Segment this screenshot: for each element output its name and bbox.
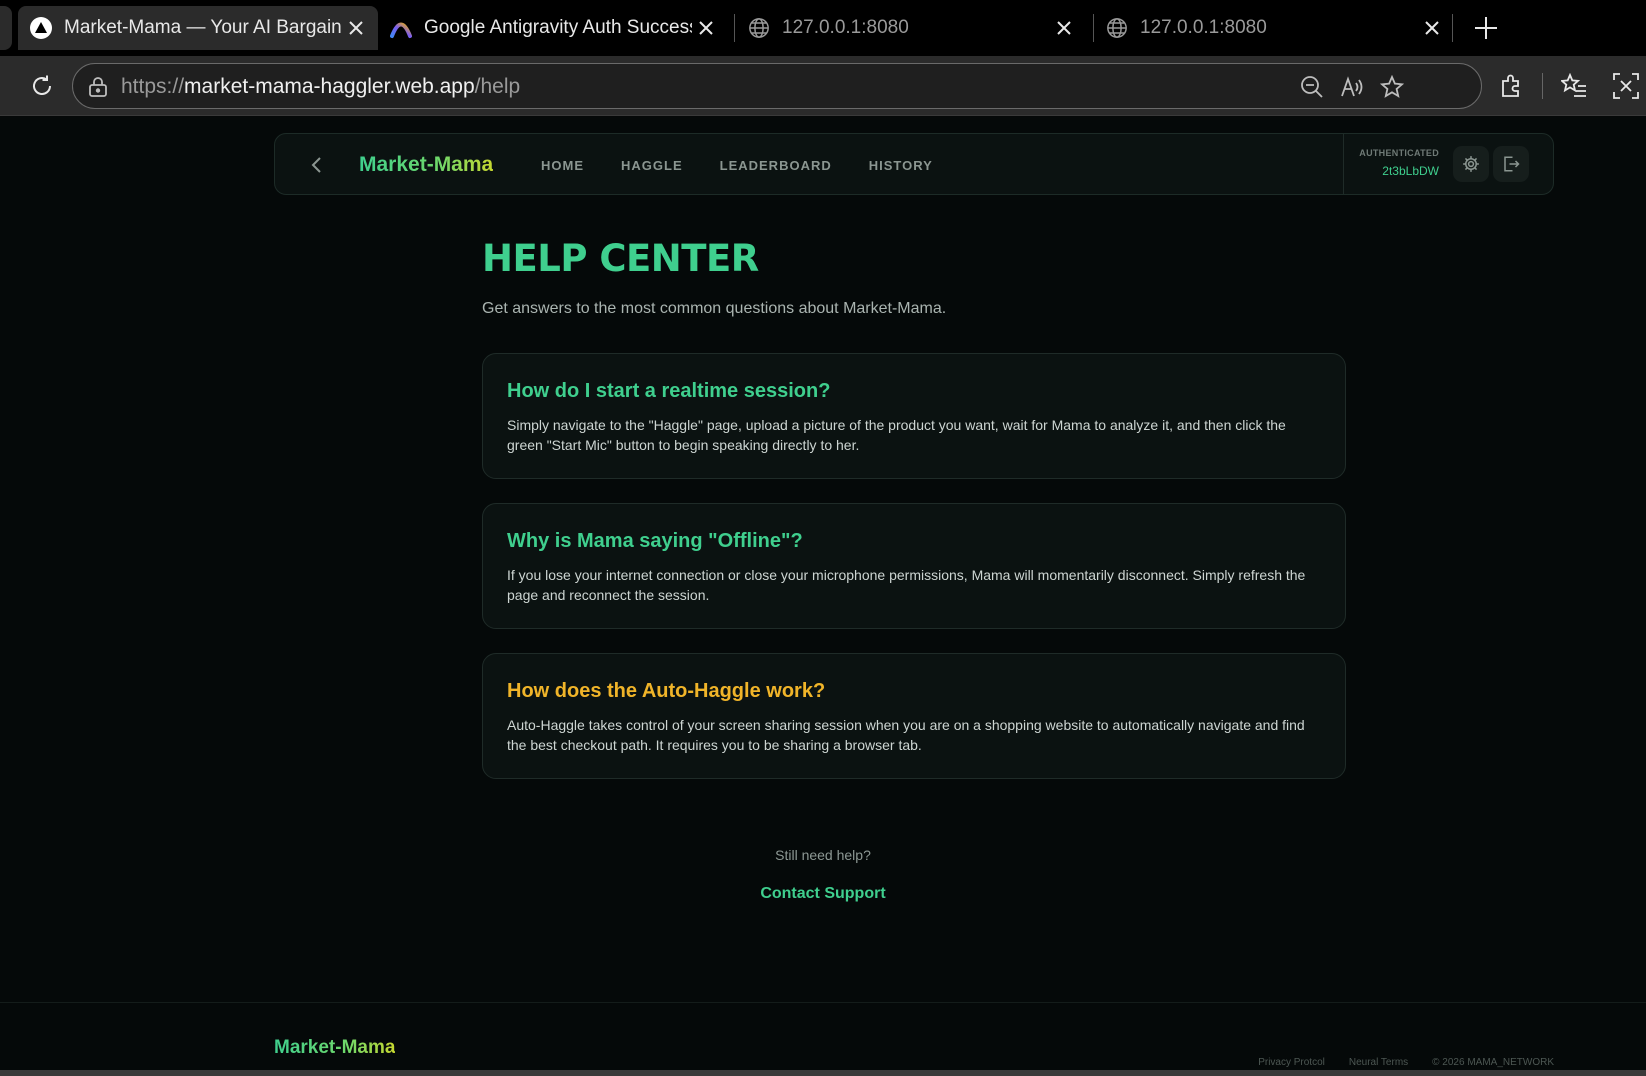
url-text[interactable]: https://market-mama-haggler.web.app/help: [121, 75, 520, 99]
zoom-out-icon[interactable]: [1299, 74, 1325, 100]
faq-answer: Simply navigate to the "Haggle" page, up…: [507, 417, 1286, 453]
tab-title: 127.0.0.1:8080: [782, 17, 909, 38]
new-tab-button[interactable]: [1470, 12, 1502, 44]
contact-support-link: Contact Support: [0, 885, 1646, 903]
faq-answer: Auto-Haggle takes control of your screen…: [507, 717, 1305, 753]
faq-question: How do I start a realtime session?: [507, 380, 831, 402]
faq-card: How does the Auto-Haggle work? Auto-Hagg…: [482, 653, 1346, 779]
auth-section: [1343, 134, 1344, 194]
url-scheme: https://: [121, 75, 185, 98]
page-subtitle: Get answers to the most common questions…: [482, 300, 947, 317]
nav-link-leaderboard[interactable]: LEADERBOARD: [720, 158, 832, 173]
nav-links: HOME HAGGLE LEADERBOARD HISTORY: [541, 158, 933, 173]
logout-button[interactable]: [1493, 146, 1529, 182]
close-icon[interactable]: [342, 14, 370, 42]
plus-icon: [1475, 17, 1497, 39]
tab-title: 127.0.0.1:8080: [1140, 17, 1267, 38]
back-arrow-icon[interactable]: [305, 153, 329, 177]
page: Market-Mama HOME HAGGLE LEADERBOARD HIST…: [0, 117, 1646, 1076]
help-content: HELP CENTER Get answers to the most comm…: [482, 237, 1346, 779]
favorite-star-icon[interactable]: [1379, 74, 1405, 100]
tab-antigravity[interactable]: Google Antigravity Auth Success: [378, 6, 728, 50]
still-need-help-text: Still need help?: [775, 847, 871, 863]
lock-icon[interactable]: [87, 76, 109, 103]
close-icon[interactable]: [1418, 14, 1446, 42]
tab-divider: [734, 14, 735, 42]
antigravity-logo-icon: [390, 17, 412, 39]
footer: Market-Mama Privacy Protcol Neural Terms…: [0, 1002, 1646, 1076]
url-host: market-mama-haggler.web.app: [184, 75, 475, 98]
tab-title: Google Antigravity Auth Success: [424, 17, 692, 38]
logout-icon: [1504, 156, 1520, 172]
nav-link-history[interactable]: HISTORY: [869, 158, 933, 173]
brand-logo[interactable]: Market-Mama: [359, 153, 493, 177]
favorites-list-icon[interactable]: [1560, 72, 1588, 100]
close-icon[interactable]: [692, 14, 720, 42]
window-bottom-edge: [0, 1070, 1646, 1076]
tab-title: Market-Mama — Your AI Bargaining Assista…: [64, 17, 342, 38]
browser-toolbar: https://market-mama-haggler.web.app/help: [0, 56, 1646, 116]
tab-localhost-2[interactable]: 127.0.0.1:8080: [1094, 6, 1454, 50]
url-path: /help: [474, 75, 521, 98]
globe-icon: [1106, 17, 1128, 39]
page-title: HELP CENTER: [482, 237, 759, 280]
tab-stub[interactable]: [0, 6, 12, 50]
contact-support-label[interactable]: Contact Support: [760, 885, 885, 902]
screenshot-icon[interactable]: [1612, 72, 1640, 100]
read-aloud-icon[interactable]: [1339, 74, 1365, 100]
settings-button[interactable]: [1453, 146, 1489, 182]
extensions-icon[interactable]: [1498, 72, 1526, 100]
faq-question: How does the Auto-Haggle work?: [507, 680, 826, 702]
browser-tab-bar: Market-Mama — Your AI Bargaining Assista…: [0, 0, 1646, 56]
address-bar[interactable]: https://market-mama-haggler.web.app/help: [72, 63, 1482, 109]
tab-localhost-1[interactable]: 127.0.0.1:8080: [736, 6, 1086, 50]
tab-divider: [1452, 14, 1453, 42]
gear-icon: [1463, 156, 1479, 172]
top-nav: Market-Mama HOME HAGGLE LEADERBOARD HIST…: [274, 133, 1554, 195]
nav-link-home[interactable]: HOME: [541, 158, 584, 173]
triangle-logo-icon: [30, 17, 52, 39]
auth-status-label: AUTHENTICATED: [1359, 148, 1439, 158]
faq-card: Why is Mama saying "Offline"? If you los…: [482, 503, 1346, 629]
footer-link-terms[interactable]: Neural Terms: [1349, 1057, 1408, 1068]
faq-card: How do I start a realtime session? Simpl…: [482, 353, 1346, 479]
faq-answer: If you lose your internet connection or …: [507, 567, 1306, 603]
user-id: 2t3bLbDW: [1382, 164, 1439, 178]
tab-market-mama[interactable]: Market-Mama — Your AI Bargaining Assista…: [18, 6, 378, 50]
nav-link-haggle[interactable]: HAGGLE: [621, 158, 683, 173]
footer-link-privacy[interactable]: Privacy Protcol: [1258, 1057, 1325, 1068]
footer-copyright: © 2026 MAMA_NETWORK: [1432, 1057, 1554, 1068]
toolbar-divider: [1542, 73, 1543, 99]
faq-question: Why is Mama saying "Offline"?: [507, 530, 803, 552]
reload-icon[interactable]: [28, 72, 56, 100]
close-icon[interactable]: [1050, 14, 1078, 42]
globe-icon: [748, 17, 770, 39]
footer-links: Privacy Protcol Neural Terms © 2026 MAMA…: [1258, 1057, 1554, 1068]
footer-brand-logo[interactable]: Market-Mama: [274, 1037, 395, 1059]
